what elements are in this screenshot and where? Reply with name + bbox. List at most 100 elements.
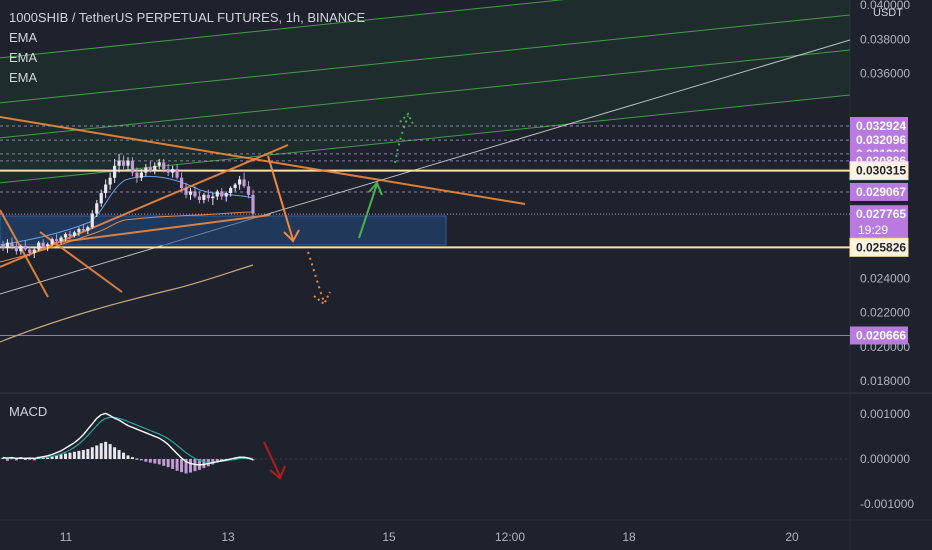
macd-histogram-bar	[175, 459, 179, 471]
candle-body	[37, 242, 41, 250]
macd-histogram-bar	[166, 459, 170, 468]
macd-histogram-bar	[162, 459, 166, 466]
macd-histogram-bar	[126, 455, 130, 459]
candle-body	[54, 239, 59, 241]
macd-histogram-bar	[86, 449, 90, 459]
price-tick-label: 0.038000	[860, 32, 910, 46]
candle-body	[126, 160, 130, 166]
candle-body	[113, 165, 117, 178]
price-label-value: 0.029067	[856, 185, 906, 199]
candle-body	[23, 246, 27, 250]
macd-histogram-bar	[32, 459, 36, 461]
candle-body	[153, 165, 157, 171]
currency-label: USDT	[873, 7, 903, 19]
macd-histogram-bar	[122, 452, 126, 459]
macd-histogram-bar	[72, 451, 76, 459]
candle-body	[104, 184, 108, 194]
time-tick-label: 15	[382, 530, 396, 544]
macd-histogram-bar	[130, 457, 134, 459]
candle-body	[220, 191, 224, 197]
macd-histogram-bar	[59, 454, 63, 459]
candle-body	[77, 228, 81, 233]
price-label-value: 0.027765	[856, 207, 906, 221]
candle-body	[242, 179, 246, 187]
candle-body	[68, 234, 72, 236]
macd-tick-label: -0.001000	[860, 497, 914, 511]
candle-body	[117, 160, 121, 166]
macd-histogram-bar	[99, 443, 103, 459]
macd-histogram-bar	[113, 447, 117, 459]
price-label: 0.020666	[850, 326, 908, 345]
candle-body	[1, 244, 5, 248]
candle-body	[50, 239, 54, 245]
price-tick-label: 0.022000	[860, 306, 910, 320]
candle-body	[197, 196, 202, 200]
candle-body	[238, 179, 242, 185]
candle-body	[90, 213, 94, 228]
candle-body	[184, 187, 188, 195]
macd-histogram-bar	[153, 459, 157, 464]
time-tick-label: 20	[785, 530, 799, 544]
candle-body	[10, 242, 14, 247]
price-label: 0.027765 19:29	[850, 205, 908, 240]
candle-body	[202, 194, 206, 200]
price-label-value: 0.025826	[856, 240, 906, 254]
macd-histogram-bar	[5, 459, 9, 461]
candle-body	[157, 162, 161, 166]
price-label-value: 0.032924	[856, 119, 906, 133]
candle-body	[28, 249, 32, 253]
ema-indicator-2[interactable]: EMA	[9, 48, 365, 68]
candle-body	[166, 169, 170, 173]
time-tick-label: 11	[60, 530, 73, 544]
macd-histogram-bar	[104, 441, 108, 459]
macd-histogram-bar	[90, 447, 94, 459]
candle-body	[246, 186, 251, 195]
macd-histogram-bar	[117, 449, 121, 459]
symbol-title[interactable]: 1000SHIB / TetherUS PERPETUAL FUTURES, 1…	[9, 8, 365, 28]
candle-body	[224, 193, 228, 197]
candle-body	[215, 191, 219, 197]
candle-body	[188, 191, 193, 195]
candle-body	[99, 193, 103, 204]
candle-body	[233, 184, 237, 188]
candle-body	[86, 227, 90, 231]
price-label-countdown: 19:29	[858, 223, 888, 237]
macd-histogram-bar	[157, 459, 161, 465]
ema-indicator-1[interactable]: EMA	[9, 28, 365, 48]
candle-body	[130, 160, 135, 173]
candle-body	[32, 249, 36, 253]
candle-body	[121, 160, 126, 166]
candle-body	[95, 203, 99, 214]
macd-histogram-bar	[180, 459, 184, 473]
candle-body	[139, 172, 143, 178]
macd-histogram-bar	[171, 459, 175, 469]
macd-histogram-bar	[135, 458, 139, 460]
candle-body	[206, 194, 210, 199]
candle-body	[171, 169, 175, 173]
candle-body	[211, 196, 215, 199]
candle-body	[175, 169, 179, 178]
candle-body	[135, 172, 139, 178]
candle-body	[162, 162, 166, 170]
time-tick-label: 13	[221, 530, 235, 544]
price-tick-label: 0.036000	[860, 66, 910, 80]
ema-indicator-3[interactable]: EMA	[9, 68, 365, 88]
macd-histogram-bar	[148, 459, 152, 463]
candle-body	[63, 234, 68, 238]
price-label: 0.030315	[849, 161, 909, 181]
price-label: 0.029067	[850, 182, 908, 201]
time-tick-label: 18	[622, 530, 636, 544]
macd-indicator-title[interactable]: MACD	[9, 404, 47, 419]
macd-histogram-bar	[77, 450, 81, 459]
candle-body	[14, 246, 18, 252]
candle-body	[46, 244, 50, 247]
candle-body	[229, 187, 233, 194]
macd-histogram-bar	[189, 459, 192, 473]
macd-histogram-bar	[144, 459, 148, 462]
macd-histogram-bar	[95, 445, 99, 459]
price-label-value: 0.030315	[856, 164, 906, 178]
candle-body	[144, 167, 148, 173]
macd-histogram-bar	[108, 444, 112, 459]
macd-tick-label: 0.001000	[860, 407, 910, 421]
candle-body	[72, 232, 77, 236]
